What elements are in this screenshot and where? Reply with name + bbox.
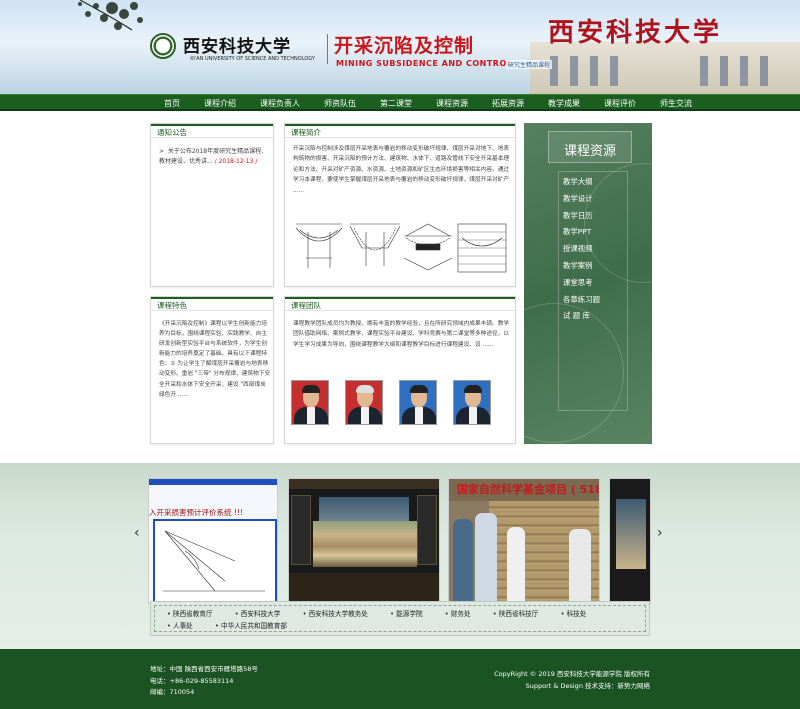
model-toolbar (289, 479, 439, 489)
link-shaanxi-sci-tech-dept[interactable]: 陕西省科技厅 (493, 608, 539, 618)
resource-teaching-calendar[interactable]: 教学日历 (563, 210, 600, 227)
carousel-slide-lab[interactable]: 国家自然科学基金项目 ( 51874230 ) (448, 478, 600, 604)
nav-item-home[interactable]: 首页 (164, 98, 180, 109)
carousel-prev-arrow-icon[interactable]: ‹ (134, 525, 140, 541)
resource-teaching-cases[interactable]: 教学案例 (563, 260, 600, 277)
friendly-links: 陕西省教育厅 西安科技大学 西安科技大学教务处 能源学院 财务处 陕西省科技厅 … (150, 601, 650, 636)
model-left-panel (291, 495, 311, 565)
notice-panel: 通知公告 > 关于公布2018年度研究生精品课程、教材建设、优秀讲... / 2… (150, 123, 274, 287)
team-member-photo[interactable] (399, 380, 437, 425)
window-titlebar (149, 479, 277, 485)
lab-person (569, 529, 591, 603)
banner-calligraphy-name: 西安科技大学 (548, 18, 723, 48)
nav-item-resources[interactable]: 课程资源 (436, 98, 468, 109)
links-row: 人事处 中华人民共和国教育部 (167, 620, 307, 630)
footer-support[interactable]: Support & Design 技术支持：新势力网络 (494, 681, 650, 693)
course-title-cn: 开采沉陷及控制 (334, 35, 475, 57)
model-right-panel (417, 495, 437, 565)
intro-header: 课程简介 (285, 124, 515, 138)
nav-item-faculty[interactable]: 师资队伍 (324, 98, 356, 109)
footer-contact: 地址：中国 陕西省西安市雁塔路58号 电话：+86-029-85583114 邮… (150, 664, 258, 699)
resources-title-box: 课程资源 (548, 131, 632, 163)
link-sci-tech-office[interactable]: 科技处 (561, 608, 587, 618)
resource-syllabus[interactable]: 教学大纲 (563, 176, 600, 193)
link-personnel-office[interactable]: 人事处 (167, 620, 193, 630)
team-member-photo[interactable] (345, 380, 383, 425)
lab-funding-sign: 国家自然科学基金项目 ( 51874230 ) (457, 483, 599, 496)
nav-item-second-class[interactable]: 第二课堂 (380, 98, 412, 109)
campus-building-image (530, 42, 800, 94)
links-row: 陕西省教育厅 西安科技大学 西安科技大学教务处 能源学院 财务处 陕西省科技厅 … (167, 608, 606, 618)
footer-postcode: 邮编：710054 (150, 688, 195, 696)
footer-copyright-block: CopyRight © 2019 西安科技大学能源学院 版权所有 Support… (494, 669, 650, 692)
link-energy-school[interactable]: 能源学院 (390, 608, 422, 618)
footer-copyright: CopyRight © 2019 西安科技大学能源学院 版权所有 (494, 670, 650, 678)
course-resources-sidebar: 课程资源 教学大纲 教学设计 教学日历 教学PPT 授课视频 教学案例 课堂思考… (524, 123, 652, 444)
nav-item-achievements[interactable]: 教学成果 (548, 98, 580, 109)
resource-question-bank[interactable]: 试 题 库 (563, 310, 600, 327)
nav-item-evaluation[interactable]: 课程评价 (604, 98, 636, 109)
intro-title[interactable]: 课程简介 (291, 127, 321, 138)
footer-address: 地址：中国 陕西省西安市雁塔路58号 (150, 665, 258, 673)
resources-title: 课程资源 (563, 144, 616, 159)
notice-item[interactable]: > 关于公布2018年度研究生精品课程、教材建设、优秀讲... / 2018-1… (159, 147, 271, 167)
nav-item-communication[interactable]: 师生交流 (660, 98, 692, 109)
university-name-cn: 西安科技大学 (183, 37, 291, 57)
site-footer: 地址：中国 陕西省西安市雁塔路58号 电话：+86-029-85583114 邮… (0, 649, 800, 709)
link-xust[interactable]: 西安科技大学 (235, 608, 281, 618)
strata-block (313, 521, 417, 567)
tree-branch-decoration (78, 0, 143, 31)
course-title-en: MINING SUBSIDENCE AND CONTROL (336, 59, 513, 68)
course-badge: 研究生精品课程 (506, 60, 553, 69)
resource-class-reflection[interactable]: 课堂思考 (563, 277, 600, 294)
notice-title: 通知公告 (157, 128, 187, 137)
nav-item-extended-resources[interactable]: 拓展资源 (492, 98, 524, 109)
university-logo[interactable] (150, 33, 176, 59)
course-features-panel: 课程特色 《开采沉陷及控制》课程以学生创新能力培养为目标，围绕课程实验、实践教学… (150, 296, 274, 444)
features-title[interactable]: 课程特色 (157, 300, 187, 311)
link-shaanxi-education-dept[interactable]: 陕西省教育厅 (167, 608, 213, 618)
header-banner: 西安科技大学 XI'AN UNIVERSITY OF SCIENCE AND T… (0, 0, 800, 94)
footer-phone: 电话：+86-029-85583114 (150, 676, 234, 685)
team-title[interactable]: 课程团队 (291, 300, 321, 311)
main-navigation: 首页 课程介绍 课程负责人 师资队伍 第二课堂 课程资源 拓展资源 教学成果 课… (0, 94, 800, 111)
carousel-slide-partial[interactable] (609, 478, 651, 604)
partial-slide-image (616, 499, 646, 569)
intro-text: 开采沉陷与控制涉及煤层开采地表与覆岩的移动变形破坏规律、煤层开采对地下、地表构筑… (293, 146, 510, 194)
carousel-slide-software[interactable]: 入开采损害预计评价系统 !!! (148, 478, 278, 604)
resource-teaching-design[interactable]: 教学设计 (563, 193, 600, 210)
resource-teaching-ppt[interactable]: 教学PPT (563, 226, 600, 243)
title-divider (327, 34, 328, 64)
link-xust-academic-affairs[interactable]: 西安科技大学教务处 (303, 608, 368, 618)
slide-software-heading: 入开采损害预计评价系统 !!! (149, 508, 243, 517)
course-team-panel: 课程团队 课程教学团队成员均为教授、拥有丰富的教学经验，且在所研究领域内成果丰硕… (284, 296, 516, 444)
team-member-photo[interactable] (291, 380, 329, 425)
notice-header: 通知公告 (151, 124, 273, 138)
nav-item-course-lead[interactable]: 课程负责人 (260, 98, 300, 109)
lab-person (507, 527, 525, 603)
carousel-slide-3d-model[interactable] (288, 478, 440, 604)
team-header: 课程团队 (285, 297, 515, 311)
notice-arrow-icon: > (159, 148, 168, 155)
resource-chapter-exercises[interactable]: 各章练习题 (563, 294, 600, 311)
team-member-photo[interactable] (453, 380, 491, 425)
lab-person (453, 519, 473, 603)
features-text: 《开采沉陷及控制》课程以学生创新能力培养为目标，围绕课程实验、实践教学、自主研发… (159, 321, 271, 398)
lab-person (475, 513, 497, 603)
software-diagram-frame (153, 519, 277, 603)
features-header: 课程特色 (151, 297, 273, 311)
nav-item-course-intro[interactable]: 课程介绍 (204, 98, 236, 109)
link-ministry-of-education[interactable]: 中华人民共和国教育部 (215, 620, 287, 630)
resource-lecture-video[interactable]: 授课视频 (563, 243, 600, 260)
university-name-en: XI'AN UNIVERSITY OF SCIENCE AND TECHNOLO… (190, 56, 315, 62)
carousel-next-arrow-icon[interactable]: › (657, 525, 663, 541)
team-text: 课程教学团队成员均为教授、拥有丰富的教学经验，且在所研究领域内成果丰硕。教学团队… (293, 321, 510, 348)
course-intro-panel: 课程简介 开采沉陷与控制涉及煤层开采地表与覆岩的移动变形破坏规律、煤层开采对地下… (284, 123, 516, 287)
software-diagram (163, 530, 265, 592)
model-bottom-panel (289, 573, 439, 603)
notice-item-date: / 2018-12-13 / (214, 158, 258, 165)
subsidence-diagrams (295, 223, 507, 273)
link-finance-office[interactable]: 财务处 (445, 608, 471, 618)
